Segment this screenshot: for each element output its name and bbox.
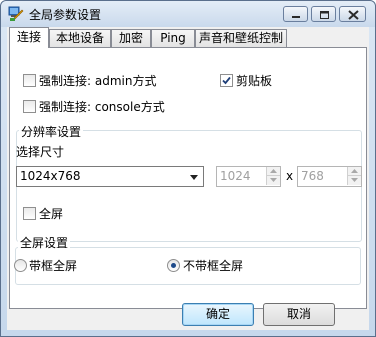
tab-encryption[interactable]: 加密 (111, 29, 151, 47)
size-separator: x (286, 169, 294, 183)
close-icon (348, 10, 359, 20)
spin-up-icon (351, 169, 358, 173)
framed-fullscreen-label: 带框全屏 (29, 259, 78, 273)
fullscreen-checkbox[interactable] (23, 207, 36, 220)
force-admin-checkbox[interactable] (23, 74, 36, 87)
spin-up-icon (270, 169, 277, 173)
checkmark-icon (222, 76, 231, 85)
frameless-fullscreen-label: 不带框全屏 (183, 259, 244, 273)
force-admin-label: 强制连接: admin方式 (39, 74, 157, 88)
title-bar[interactable]: 全局参数设置 (1, 1, 375, 27)
tab-connection[interactable]: 连接 (9, 27, 49, 48)
height-spinner[interactable]: 768 (297, 166, 362, 187)
width-spin-up[interactable] (266, 167, 280, 176)
spin-down-icon (270, 178, 277, 182)
minimize-button[interactable] (283, 6, 308, 22)
dialog-client-area: 连接 本地设备 加密 Ping 声音和壁纸控制 强制连接: admin方式 剪贴… (7, 27, 369, 330)
maximize-icon (320, 11, 329, 19)
fullscreen-label: 全屏 (39, 207, 64, 221)
chevron-down-icon (190, 175, 198, 180)
clipboard-checkbox[interactable] (220, 74, 233, 87)
radio-frameless-fullscreen[interactable] (167, 259, 180, 272)
size-select-value: 1024x768 (20, 169, 81, 183)
window-title: 全局参数设置 (29, 8, 102, 22)
minimize-icon (292, 16, 300, 18)
width-value: 1024 (220, 169, 251, 183)
height-spin-down[interactable] (347, 176, 361, 185)
close-button[interactable] (339, 6, 366, 22)
width-spin-down[interactable] (266, 176, 280, 185)
fullscreen-settings-title: 全屏设置 (18, 234, 71, 251)
tab-ping[interactable]: Ping (151, 29, 195, 47)
select-size-label: 选择尺寸 (16, 145, 65, 159)
cancel-button[interactable]: 取消 (263, 303, 335, 326)
radio-framed-fullscreen[interactable] (14, 259, 27, 272)
force-console-label: 强制连接: console方式 (39, 100, 165, 114)
width-spinner[interactable]: 1024 (216, 166, 281, 187)
tab-local-devices[interactable]: 本地设备 (49, 29, 111, 47)
height-value: 768 (301, 169, 324, 183)
height-spin-up[interactable] (347, 167, 361, 176)
force-console-checkbox[interactable] (23, 100, 36, 113)
resolution-group-title: 分辨率设置 (19, 123, 84, 140)
ok-button[interactable]: 确定 (182, 303, 254, 326)
tab-sound-wallpaper[interactable]: 声音和壁纸控制 (195, 29, 287, 47)
clipboard-label: 剪贴板 (236, 74, 273, 88)
radio-selected-dot (171, 263, 176, 268)
app-icon (8, 6, 24, 21)
settings-dialog: 全局参数设置 连接 本地设备 加密 Ping 声音和壁纸控制 强制连接: adm… (0, 0, 376, 337)
maximize-button[interactable] (311, 6, 336, 22)
size-select[interactable]: 1024x768 (16, 166, 204, 187)
spin-down-icon (351, 178, 358, 182)
